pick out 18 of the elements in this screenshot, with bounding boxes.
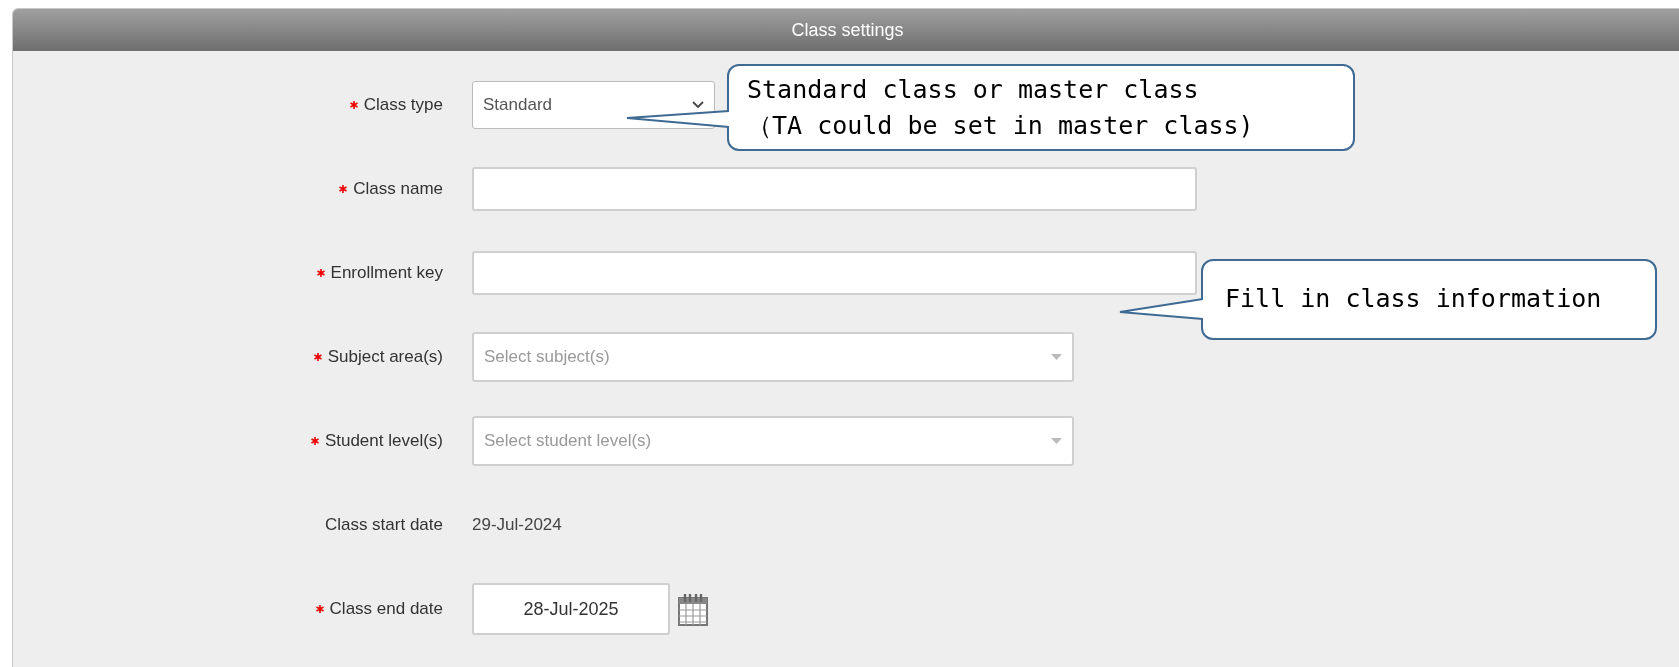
field-label: Class name xyxy=(353,179,443,199)
field-label: Class start date xyxy=(324,515,443,535)
calendar-icon[interactable] xyxy=(678,592,708,626)
field-label: Enrollment key xyxy=(330,263,443,283)
date-field[interactable]: 28-Jul-2025 xyxy=(472,583,670,635)
field-label: Class type xyxy=(363,95,443,115)
dropdown-arrow-icon xyxy=(1051,354,1062,360)
field-label: Subject area(s) xyxy=(327,347,443,367)
text-field[interactable] xyxy=(472,167,1197,211)
text-field[interactable] xyxy=(472,251,1197,295)
callout-text: Standard class or master class （TA could be set in master class) xyxy=(746,74,1254,142)
dropdown-arrow-icon xyxy=(1051,438,1062,444)
field-label: Student level(s) xyxy=(324,431,443,451)
field-label: Class end date xyxy=(329,599,443,619)
panel-title: Class settings xyxy=(791,19,904,41)
chevron-down-icon xyxy=(692,101,704,109)
callout-text: Fill in class information xyxy=(1224,283,1602,315)
start-date-value: 29-Jul-2024 xyxy=(472,515,562,534)
